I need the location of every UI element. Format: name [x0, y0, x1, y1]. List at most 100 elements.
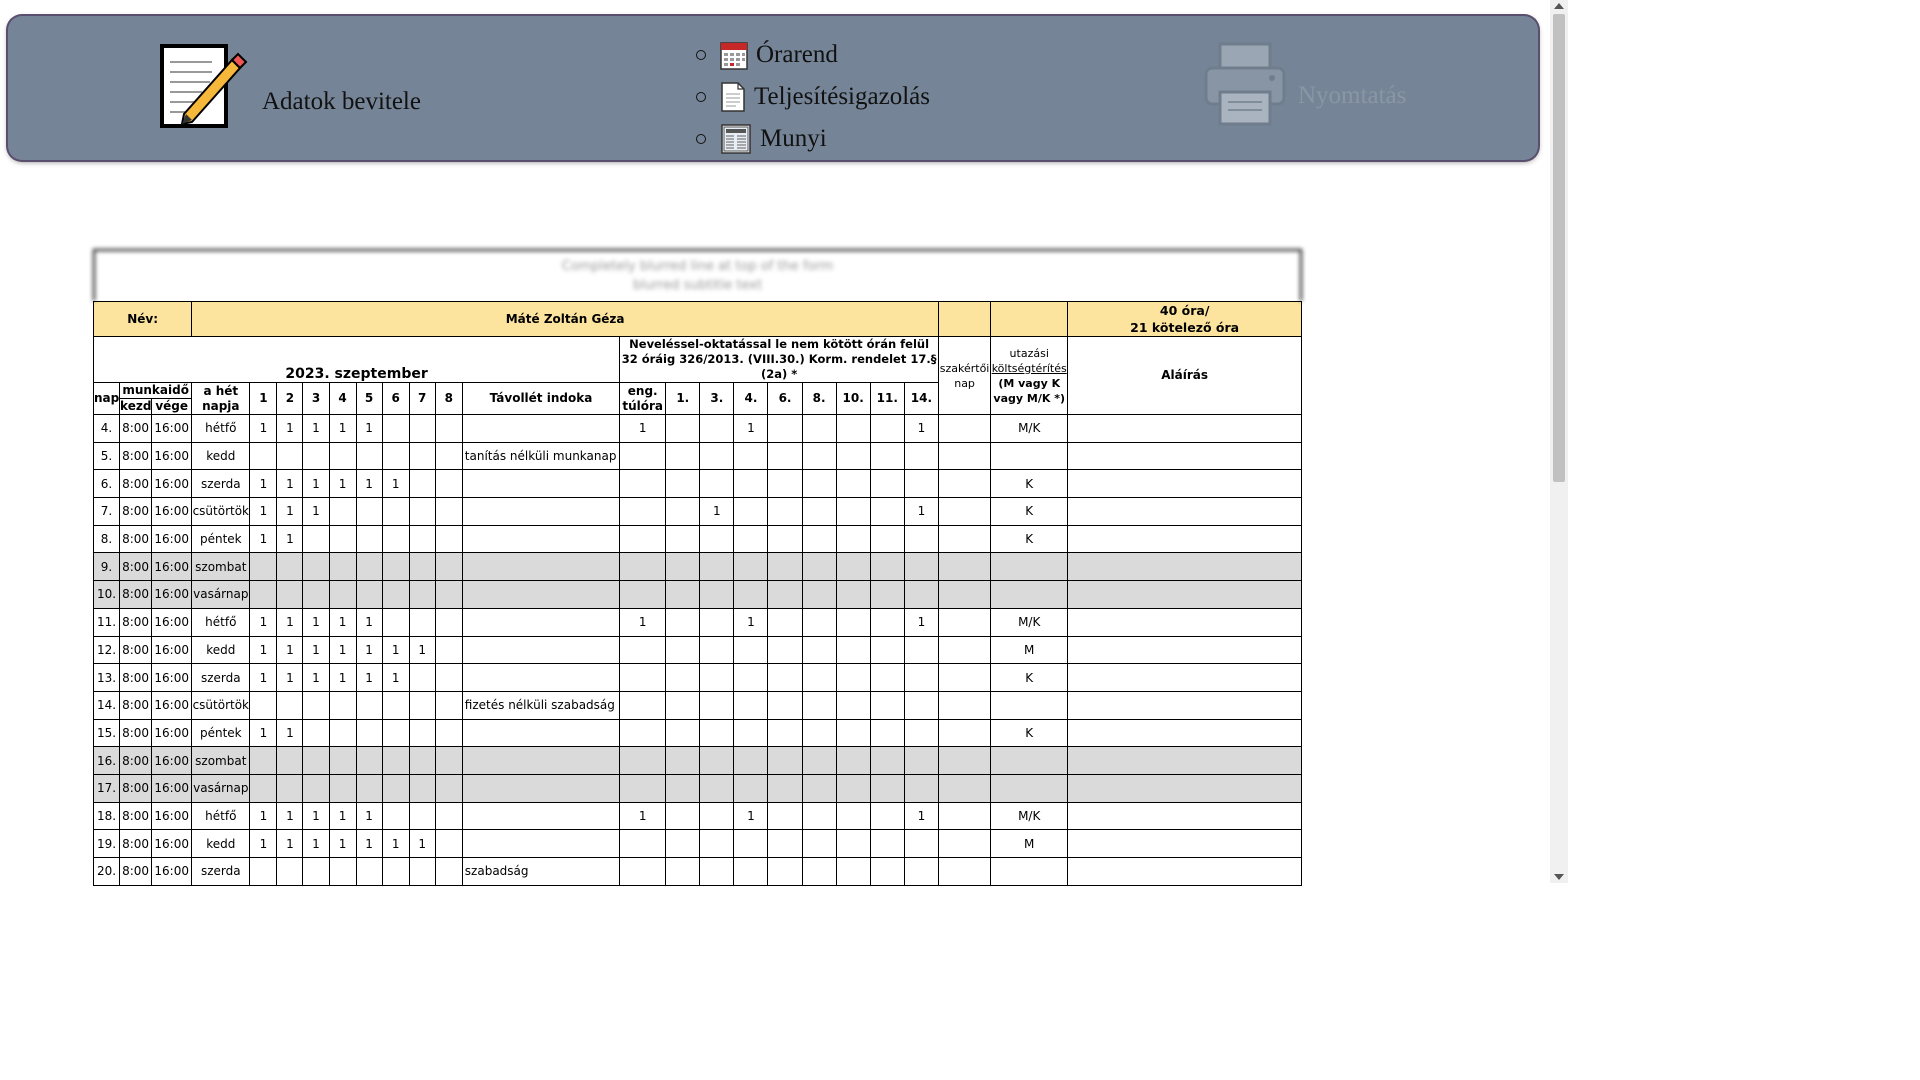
overtime-cell [835, 580, 871, 609]
hour-cell [328, 773, 357, 803]
travel-cell [990, 773, 1069, 803]
expert-day-cell [938, 801, 992, 831]
start-time-cell: 8:00 [119, 829, 153, 858]
eng-tulora-cell [619, 663, 667, 692]
hour-cell: 1 [276, 524, 304, 554]
absence-reason-cell [461, 773, 621, 803]
eng-tulora-cell [619, 524, 667, 554]
col-hour: 4 [328, 382, 357, 415]
vertical-scrollbar[interactable] [1550, 0, 1568, 883]
hour-cell: 1 [249, 635, 278, 665]
hour-cell: 1 [276, 801, 304, 831]
scroll-up-icon[interactable] [1554, 3, 1564, 9]
overtime-cell [903, 580, 940, 609]
form-header-line: Completely blurred line at top of the fo… [561, 259, 834, 274]
col-ot: 14. [903, 382, 940, 415]
hour-cell [302, 441, 330, 471]
absence-reason-cell [461, 469, 621, 499]
table-row: 15. 8:00 16:00 péntek 1 1 K [92, 718, 1302, 748]
overtime-cell [869, 663, 905, 692]
col-eng-tulora: eng. túlóra [619, 382, 667, 415]
table-row: 10. 8:00 16:00 vasárnap [92, 580, 1302, 609]
hour-cell [249, 552, 278, 582]
hour-cell [328, 524, 357, 554]
end-time-cell: 16:00 [151, 801, 193, 831]
col-kezd: kezd. [119, 398, 153, 415]
hour-cell: 1 [302, 497, 330, 526]
overtime-cell [869, 469, 905, 499]
overtime-cell [869, 441, 905, 471]
day-number-cell: 7. [92, 497, 121, 526]
overtime-cell [699, 469, 735, 499]
weekday-cell: csütörtök [191, 497, 251, 526]
hour-cell [408, 524, 436, 554]
hour-cell [355, 497, 383, 526]
overtime-cell: 1 [699, 497, 735, 526]
menu-item-munyi[interactable]: Munyi [696, 118, 930, 160]
expert-day-cell [938, 718, 992, 748]
data-entry-link[interactable]: Adatok bevitele [152, 42, 421, 132]
weekday-cell: vasárnap [191, 773, 251, 803]
expert-day-cell [938, 857, 992, 886]
hour-cell [355, 773, 383, 803]
expert-day-cell [938, 580, 992, 609]
start-time-cell: 8:00 [119, 580, 153, 609]
end-time-cell: 16:00 [151, 497, 193, 526]
hour-cell: 1 [249, 663, 278, 692]
expert-day-cell [938, 552, 992, 582]
day-number-cell: 18. [92, 801, 121, 831]
menu-item-orarend[interactable]: Órarend [696, 34, 930, 76]
absence-reason-cell: tanítás nélküli munkanap [461, 441, 621, 471]
hour-cell: 1 [276, 718, 304, 748]
hour-cell [328, 497, 357, 526]
menu-item-teljesitesigazolas[interactable]: Teljesítésigazolás [696, 76, 930, 118]
overtime-cell [767, 801, 803, 831]
hour-cell: 1 [276, 497, 304, 526]
end-time-cell: 16:00 [151, 718, 193, 748]
overtime-cell [801, 857, 837, 886]
col-hour: 1 [249, 382, 278, 415]
hour-cell [381, 690, 410, 720]
start-time-cell: 8:00 [119, 635, 153, 665]
table-row: 12. 8:00 16:00 kedd 1 1 1 1 1 1 1 M [92, 635, 1302, 665]
eng-tulora-cell [619, 690, 667, 720]
travel-cell: K [990, 497, 1069, 526]
print-button[interactable]: Nyomtatás [1200, 40, 1406, 130]
absence-reason-cell [461, 524, 621, 554]
overtime-cell [801, 801, 837, 831]
overtime-cell [767, 607, 803, 637]
hour-cell [381, 746, 410, 775]
hour-cell: 1 [328, 801, 357, 831]
scroll-down-icon[interactable] [1554, 874, 1564, 880]
overtime-cell [835, 773, 871, 803]
col-ot: 11. [869, 382, 905, 415]
table-row: 16. 8:00 16:00 szombat [92, 746, 1302, 775]
overtime-cell [903, 690, 940, 720]
overtime-cell [665, 552, 701, 582]
overtime-cell [665, 857, 701, 886]
overtime-cell [835, 690, 871, 720]
overtime-cell [801, 718, 837, 748]
absence-reason-cell [461, 497, 621, 526]
overtime-cell [869, 746, 905, 775]
expert-day-cell [938, 829, 992, 858]
col-hour: 7 [408, 382, 436, 415]
hour-cell: 1 [355, 663, 383, 692]
weekday-cell: péntek [191, 718, 251, 748]
overtime-cell [869, 829, 905, 858]
hour-cell [328, 441, 357, 471]
overtime-cell [699, 718, 735, 748]
overtime-cell [699, 857, 735, 886]
start-time-cell: 8:00 [119, 497, 153, 526]
overtime-cell [903, 552, 940, 582]
hour-cell [408, 469, 436, 499]
hour-cell [408, 441, 436, 471]
scrollbar-thumb[interactable] [1553, 14, 1565, 482]
absence-reason-cell [461, 414, 621, 443]
hour-cell: 1 [249, 497, 278, 526]
hour-cell [355, 580, 383, 609]
expert-day-cell [938, 414, 992, 443]
overtime-cell [665, 829, 701, 858]
overtime-cell: 1 [903, 414, 940, 443]
overtime-cell [869, 690, 905, 720]
